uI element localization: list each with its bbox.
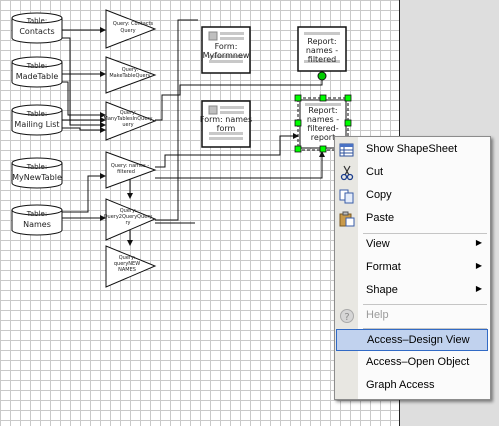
table-shape-mailing-list[interactable]: Table: Mailing List <box>11 104 63 136</box>
context-menu: Show ShapeSheet Cut Copy Paste View ▶ Fo… <box>334 136 491 400</box>
table-title: Table: <box>26 210 47 218</box>
table-name: Names <box>23 220 51 229</box>
report-label: report <box>311 133 335 142</box>
selection-handle[interactable] <box>344 94 352 102</box>
menu-item-label: Help <box>366 309 389 321</box>
query-shape-querynew[interactable]: Query: queryNEW NAMES <box>105 245 157 288</box>
selection-handle[interactable] <box>294 94 302 102</box>
report-label: filtered- <box>307 124 338 133</box>
report-label: names - <box>306 46 338 55</box>
selection-handle[interactable] <box>319 145 327 153</box>
form-label: Form: names <box>200 115 252 124</box>
table-name: Mailing List <box>14 120 59 129</box>
help-icon: ? <box>339 308 355 324</box>
query-shape-contacts[interactable]: Query: Contacts Query <box>105 9 157 49</box>
query-label: Query <box>120 28 135 34</box>
menu-item-label: View <box>366 238 390 250</box>
selection-handle[interactable] <box>319 94 327 102</box>
table-title: Table: <box>26 163 47 171</box>
menu-item-format[interactable]: Format ▶ <box>335 257 490 279</box>
selection-handle[interactable] <box>294 119 302 127</box>
menu-item-label: Access–Open Object <box>366 356 470 368</box>
menu-item-copy[interactable]: Copy <box>335 185 490 207</box>
selection-handle[interactable] <box>294 145 302 153</box>
menu-item-view[interactable]: View ▶ <box>335 234 490 256</box>
table-shape-contacts[interactable]: Table: Contacts <box>11 12 63 44</box>
report-label: Report: <box>307 37 336 46</box>
table-name: MyNewTable <box>12 173 62 182</box>
table-shape-mynewtable[interactable]: Table: MyNewTable <box>11 157 63 189</box>
report-shape-names-filtered[interactable]: Report: names - filtered <box>297 26 347 72</box>
query-label: NAMES <box>118 267 136 273</box>
shapesheet-icon <box>339 142 355 158</box>
menu-item-graph-access[interactable]: Graph Access <box>335 375 490 397</box>
menu-item-label: Format <box>366 261 401 273</box>
table-title: Table: <box>26 62 47 70</box>
table-shape-names[interactable]: Table: Names <box>11 204 63 236</box>
menu-item-label: Cut <box>366 166 384 178</box>
form-shape-myformnew[interactable]: Form: Myformnew <box>201 26 251 74</box>
form-label: form <box>217 124 236 133</box>
menu-item-access-open-object[interactable]: Access–Open Object <box>335 352 490 374</box>
menu-item-label: Paste <box>366 212 395 224</box>
query-shape-query2[interactable]: Query: Query2QueryQuery ry <box>104 198 157 241</box>
menu-item-access-design-view[interactable]: Access–Design View <box>336 329 488 351</box>
menu-item-cut[interactable]: Cut <box>335 162 490 184</box>
menu-item-paste[interactable]: Paste <box>335 208 490 230</box>
copy-icon <box>339 188 355 204</box>
table-name: Contacts <box>19 27 54 36</box>
scissors-icon <box>339 165 355 181</box>
menu-item-label: Show ShapeSheet <box>366 143 458 155</box>
query-label: uery <box>122 122 133 128</box>
form-label: Myformnew <box>203 51 250 60</box>
menu-item-label: Graph Access <box>366 379 435 391</box>
submenu-arrow-icon: ▶ <box>475 284 482 293</box>
table-title: Table: <box>26 110 47 118</box>
report-label: filtered <box>308 55 336 64</box>
svg-text:?: ? <box>344 312 349 323</box>
form-label: Form: <box>215 42 238 51</box>
query-shape-maketable[interactable]: Query: MakeTableQuery <box>105 56 157 94</box>
report-label: names - <box>307 115 339 124</box>
query-label: ry <box>125 220 130 226</box>
table-name: MadeTable <box>16 72 59 81</box>
report-label: Report: <box>308 106 337 115</box>
menu-item-label: Access–Design View <box>367 334 470 346</box>
paste-icon <box>339 211 355 227</box>
query-label: MakeTableQuery <box>109 73 150 79</box>
selection-handle[interactable] <box>344 119 352 127</box>
query-label: filtered <box>117 169 135 175</box>
table-title: Table: <box>26 17 47 25</box>
menu-item-label: Shape <box>366 284 398 296</box>
connector-glue-point <box>317 71 327 81</box>
table-shape-madetable[interactable]: Table: MadeTable <box>11 56 63 88</box>
menu-item-help[interactable]: ? Help <box>335 305 490 327</box>
submenu-arrow-icon: ▶ <box>475 238 482 247</box>
menu-item-shape[interactable]: Shape ▶ <box>335 280 490 302</box>
query-label: Query: Contacts <box>113 21 154 27</box>
submenu-arrow-icon: ▶ <box>475 261 482 270</box>
query-shape-manytables[interactable]: Query: ManyTablesInQuery uery <box>104 101 157 141</box>
menu-item-show-shapesheet[interactable]: Show ShapeSheet <box>335 139 490 161</box>
form-shape-names-form[interactable]: Form: names form <box>200 100 252 148</box>
menu-item-label: Copy <box>366 189 392 201</box>
